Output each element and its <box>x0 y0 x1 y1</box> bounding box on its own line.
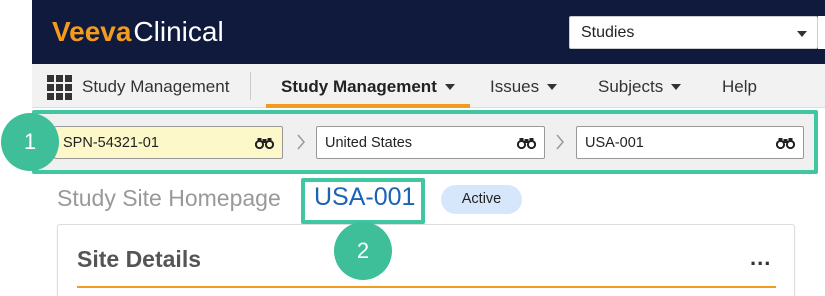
callout-highlight-breadcrumb <box>32 110 818 174</box>
tab-label: Help <box>722 77 757 96</box>
site-details-card: Site Details ... <box>57 224 795 296</box>
top-header: Veeva Clinical Studies <box>32 0 825 64</box>
tab-issues[interactable]: Issues <box>490 77 558 97</box>
section-title: Site Details <box>77 246 201 272</box>
section-underline <box>77 286 776 288</box>
page-title: Study Site Homepage <box>57 185 281 211</box>
logo-brand: Veeva <box>52 16 132 47</box>
tab-label: Subjects <box>598 77 664 96</box>
tab-study-management[interactable]: Study Management <box>281 77 455 97</box>
nav-divider <box>250 72 251 100</box>
tab-label: Study Management <box>281 77 437 96</box>
status-badge: Active <box>441 185 522 214</box>
caret-down-icon <box>671 83 682 90</box>
tab-subjects[interactable]: Subjects <box>598 77 682 97</box>
tab-label: Issues <box>490 77 540 96</box>
logo-product: Clinical <box>133 16 224 47</box>
caret-down-icon <box>547 83 558 90</box>
caret-down-icon <box>444 83 455 90</box>
studies-select[interactable]: Studies <box>569 16 818 49</box>
app-name-label[interactable]: Study Management <box>82 77 229 97</box>
callout-badge-2: 2 <box>334 222 392 280</box>
caret-down-icon <box>797 31 807 37</box>
callout-highlight-site-id <box>301 178 425 224</box>
veeva-clinical-logo[interactable]: Veeva Clinical <box>52 15 224 49</box>
tab-help[interactable]: Help <box>722 77 757 97</box>
app-navbar: Study Management Study Management Issues… <box>32 64 825 108</box>
header-search-edge <box>818 16 825 49</box>
studies-select-value: Studies <box>581 24 635 41</box>
more-options-icon[interactable]: ... <box>750 245 771 271</box>
active-tab-indicator <box>266 104 470 108</box>
callout-badge-1: 1 <box>1 113 59 171</box>
app-grid-icon[interactable] <box>47 75 72 100</box>
